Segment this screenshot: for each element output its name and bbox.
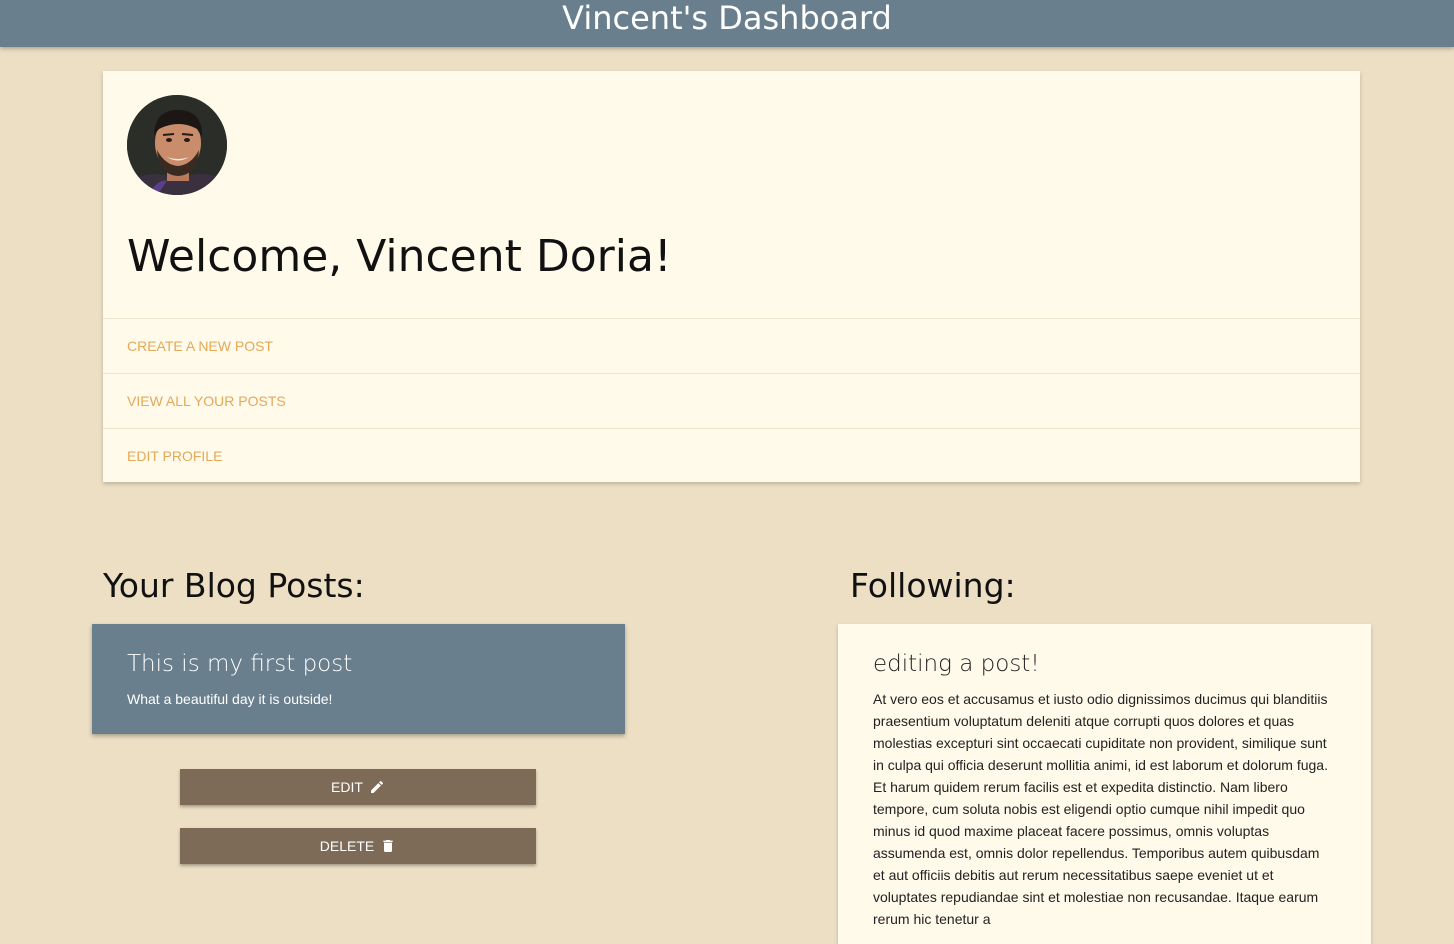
view-all-posts-link[interactable]: VIEW ALL YOUR POSTS xyxy=(103,373,1360,428)
blog-post-excerpt: What a beautiful day it is outside! xyxy=(127,691,333,707)
top-app-bar: Vincent's Dashboard xyxy=(0,0,1454,47)
welcome-heading: Welcome, Vincent Doria! xyxy=(127,231,672,282)
edit-profile-link[interactable]: EDIT PROFILE xyxy=(103,428,1360,483)
edit-post-button[interactable]: EDIT xyxy=(180,769,536,805)
delete-button-label: DELETE xyxy=(319,838,375,854)
blog-posts-heading: Your Blog Posts: xyxy=(103,566,365,605)
profile-action-list: CREATE A NEW POST VIEW ALL YOUR POSTS ED… xyxy=(103,318,1360,483)
trash-icon xyxy=(380,838,396,854)
following-post-title: editing a post! xyxy=(873,651,1040,677)
delete-post-button[interactable]: DELETE xyxy=(180,828,536,864)
avatar xyxy=(127,95,227,195)
following-post-card[interactable]: editing a post! At vero eos et accusamus… xyxy=(838,624,1371,944)
edit-button-label: EDIT xyxy=(331,779,363,795)
pencil-icon xyxy=(369,779,385,795)
profile-card: Welcome, Vincent Doria! CREATE A NEW POS… xyxy=(103,71,1360,482)
dashboard-title: Vincent's Dashboard xyxy=(562,0,892,37)
blog-post-card[interactable]: This is my first post What a beautiful d… xyxy=(92,624,625,734)
following-post-body: At vero eos et accusamus et iusto odio d… xyxy=(873,691,1328,927)
create-post-link[interactable]: CREATE A NEW POST xyxy=(103,318,1360,373)
following-heading: Following: xyxy=(850,566,1016,605)
blog-post-title: This is my first post xyxy=(127,651,353,677)
